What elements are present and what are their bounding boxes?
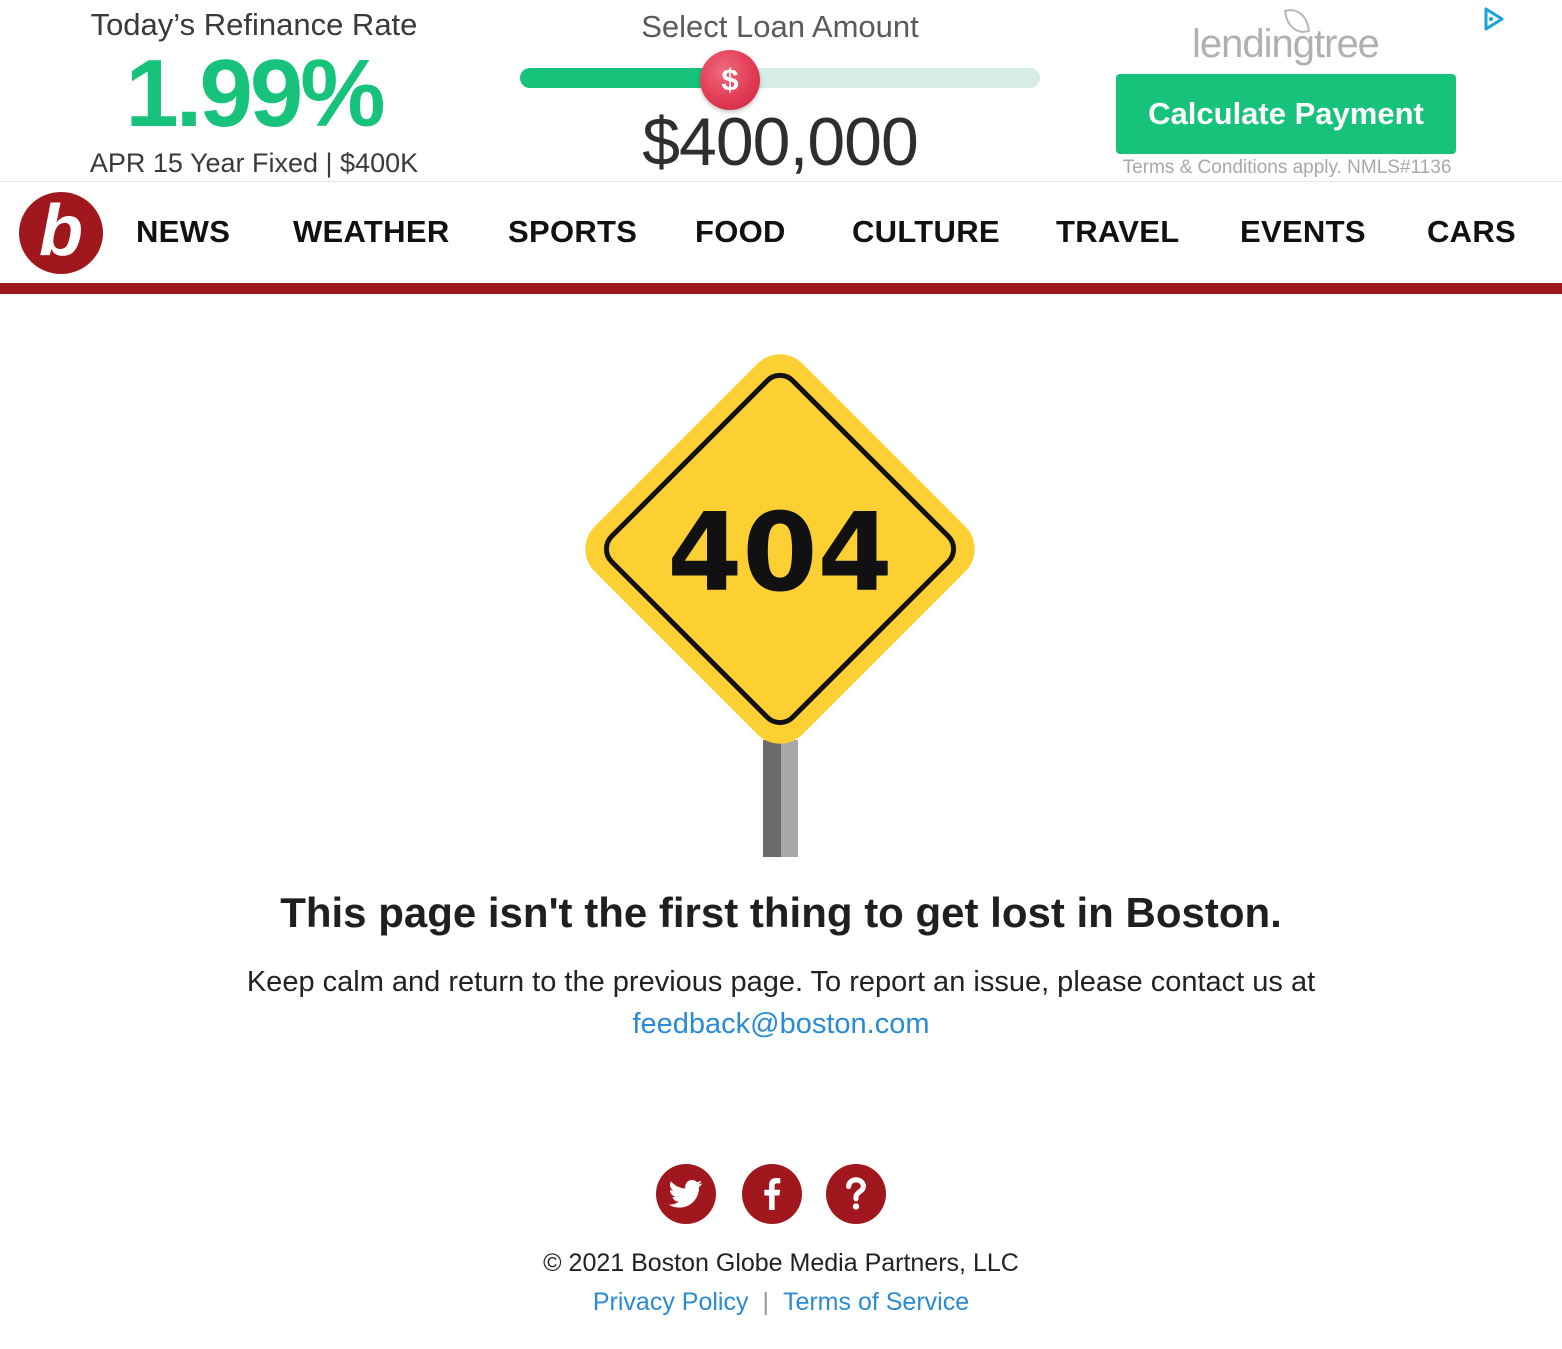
nav-item-travel[interactable]: TRAVEL — [1056, 212, 1180, 252]
nav-accent-bar — [0, 283, 1562, 294]
lendingtree-logo: lendingtree — [1192, 22, 1380, 66]
terms-of-service-link[interactable]: Terms of Service — [783, 1288, 969, 1316]
feedback-email-row: feedback@boston.com — [0, 1004, 1562, 1044]
calculate-payment-button[interactable]: Calculate Payment — [1116, 74, 1456, 154]
loan-amount-slider[interactable] — [520, 68, 1040, 88]
feedback-email-link[interactable]: feedback@boston.com — [632, 1008, 929, 1040]
nav-item-culture[interactable]: CULTURE — [852, 212, 1000, 252]
sign-post-shade — [781, 740, 798, 857]
copyright-text: © 2021 Boston Globe Media Partners, LLC — [543, 1249, 1019, 1277]
ad-loan-selector: Select Loan Amount $ $400,000 — [518, 8, 1042, 180]
twitter-icon — [669, 1179, 703, 1208]
ad-banner: Today’s Refinance Rate 1.99% APR 15 Year… — [0, 0, 1562, 182]
ad-loan-amount: $400,000 — [642, 104, 919, 180]
warning-sign-404: 404 — [585, 354, 975, 857]
sign-post — [763, 740, 781, 857]
nav-item-events[interactable]: EVENTS — [1240, 212, 1366, 252]
error-headline: This page isn't the first thing to get l… — [280, 889, 1282, 936]
facebook-button[interactable] — [742, 1164, 802, 1224]
facebook-icon — [764, 1178, 781, 1210]
slider-thumb[interactable]: $ — [700, 50, 760, 110]
ad-cta-block: lendingtree Calculate Payment Terms & Co… — [1114, 4, 1460, 180]
boston-logo[interactable]: b — [19, 192, 103, 274]
adchoices-icon[interactable] — [1480, 6, 1506, 32]
ad-rate-title: Today’s Refinance Rate — [90, 7, 418, 42]
help-icon — [846, 1177, 866, 1210]
twitter-button[interactable] — [656, 1164, 716, 1224]
footer-link-divider: | — [762, 1288, 769, 1316]
ad-terms-text[interactable]: Terms & Conditions apply. NMLS#1136 — [1114, 157, 1460, 179]
main-nav: b NEWS WEATHER SPORTS FOOD CULTURE TRAVE… — [0, 182, 1562, 283]
error-code: 404 — [667, 491, 892, 616]
ad-rate-block: Today’s Refinance Rate 1.99% APR 15 Year… — [54, 6, 454, 180]
nav-item-news[interactable]: NEWS — [136, 212, 230, 252]
ad-rate-value: 1.99% — [125, 40, 385, 147]
nav-item-food[interactable]: FOOD — [695, 212, 786, 252]
nav-item-sports[interactable]: SPORTS — [508, 212, 637, 252]
privacy-policy-link[interactable]: Privacy Policy — [593, 1288, 749, 1316]
ad-rate-subtitle: APR 15 Year Fixed | $400K — [89, 148, 419, 178]
footer-links: Privacy Policy | Terms of Service — [0, 1285, 1562, 1319]
ad-loan-title: Select Loan Amount — [641, 9, 919, 44]
error-body: Keep calm and return to the previous pag… — [246, 966, 1316, 998]
nav-item-cars[interactable]: CARS — [1427, 212, 1516, 252]
help-button[interactable] — [826, 1164, 886, 1224]
nav-item-weather[interactable]: WEATHER — [293, 212, 450, 252]
